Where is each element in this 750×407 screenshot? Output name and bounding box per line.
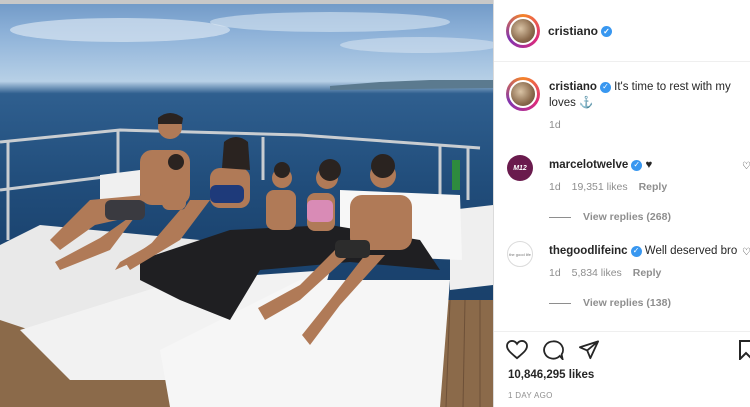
comment-body: Well deserved bro [644, 245, 738, 257]
verified-icon: ✓ [631, 159, 643, 171]
comment-text: marcelotwelve ✓ ♥ 1d 19,351 likes Reply V… [549, 157, 739, 225]
post-sidebar: cristiano✓ • cristiano✓ It's time to res… [493, 0, 750, 407]
comment-meta: 1d 5,834 likes Reply [549, 265, 739, 281]
view-replies-label: View replies (138) [583, 297, 671, 309]
view-replies-button[interactable]: View replies (138) [549, 295, 739, 311]
verified-icon: ✓ [630, 245, 642, 257]
commenter-username[interactable]: thegoodlifeinc [549, 245, 628, 257]
view-replies-line [549, 216, 571, 218]
comment-icon[interactable] [542, 340, 564, 360]
author-username[interactable]: cristiano ✓ [548, 24, 613, 38]
commenter-username[interactable]: marcelotwelve [549, 159, 628, 171]
comment-time[interactable]: 1d [549, 181, 561, 193]
comment-likes[interactable]: 19,351 likes [572, 181, 628, 193]
view-replies-button[interactable]: View replies (268) [549, 209, 739, 225]
comment-body: ♥ [645, 159, 653, 171]
caption-time[interactable]: 1d [549, 119, 561, 131]
caption-meta: 1d [549, 117, 739, 133]
comment-meta: 1d 19,351 likes Reply [549, 179, 739, 195]
comments-list: cristiano ✓ It's time to rest with my lov… [494, 63, 750, 331]
bookmark-icon[interactable] [739, 340, 750, 360]
verified-icon: ✓ [601, 25, 613, 37]
caption-text: cristiano ✓ It's time to rest with my lov… [549, 79, 739, 133]
comment-text: thegoodlifeinc ✓ Well deserved bro 1d 5,8… [549, 243, 739, 311]
comment-likes[interactable]: 5,834 likes [572, 267, 622, 279]
post-photo[interactable] [0, 0, 493, 407]
comment-time[interactable]: 1d [549, 267, 561, 279]
reply-button[interactable]: Reply [639, 181, 668, 193]
caption-username[interactable]: cristiano [549, 81, 597, 93]
author-avatar[interactable] [506, 13, 540, 48]
comment-like-heart-icon[interactable]: ♡ [742, 247, 750, 258]
yacht-family-scene [0, 12, 493, 407]
verified-icon: ✓ [599, 81, 611, 93]
share-icon[interactable] [578, 340, 600, 360]
heart-icon[interactable] [506, 340, 528, 360]
view-replies-label: View replies (268) [583, 211, 671, 223]
post-header: cristiano✓ • [494, 0, 750, 62]
view-replies-line [549, 302, 571, 304]
likes-count[interactable]: 10,846,295 likes [508, 369, 594, 381]
anchor-icon: ⚓ [579, 97, 594, 109]
post-actions: 10,846,295 likes 1 DAY AGO [494, 331, 750, 407]
commenter-avatar[interactable]: M12 [507, 155, 533, 181]
commenter-avatar[interactable]: the good life [507, 241, 533, 267]
comment-like-heart-icon[interactable]: ♡ [742, 161, 750, 172]
caption-author-avatar[interactable] [506, 77, 540, 111]
reply-button[interactable]: Reply [633, 267, 662, 279]
action-icons [506, 340, 600, 360]
post-timestamp: 1 DAY AGO [508, 391, 553, 400]
